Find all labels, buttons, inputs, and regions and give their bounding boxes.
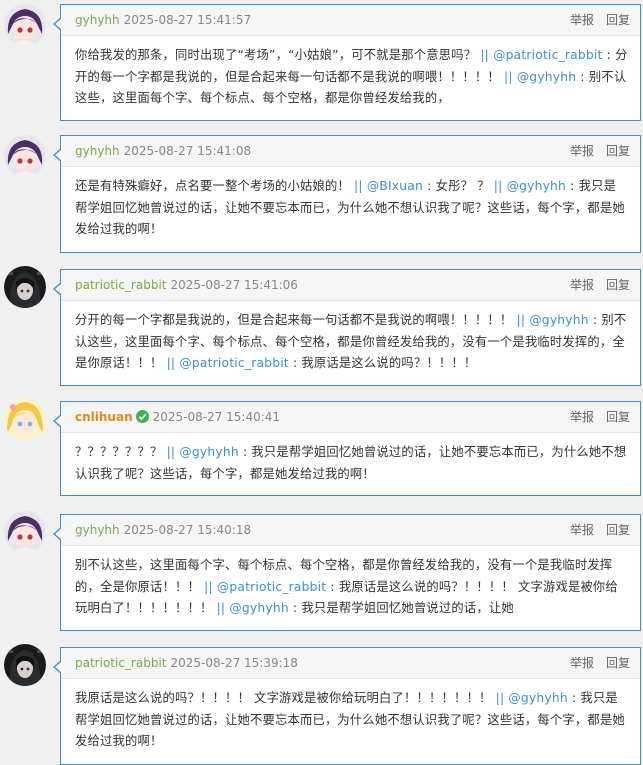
timestamp: 2025-08-27 15:39:18 — [170, 656, 298, 670]
text-segment: : 我原话是这么说的吗？！！！！ — [288, 356, 477, 370]
username[interactable]: gyhyhh — [75, 523, 120, 537]
separator: || — [166, 445, 176, 459]
avatar[interactable] — [4, 644, 46, 686]
mention-link[interactable]: @gyhyhh — [529, 313, 588, 327]
comment-card: gyhyhh 2025-08-27 15:41:08 举报 回复 还是有特殊癖好，点… — [53, 135, 641, 253]
avatar[interactable] — [4, 511, 46, 553]
dark-hair-avatar-icon — [4, 644, 46, 686]
reply-button[interactable]: 回复 — [606, 144, 630, 158]
timestamp: 2025-08-27 15:41:06 — [170, 278, 298, 292]
dark-hair-avatar-icon — [4, 266, 46, 308]
mention-link[interactable]: @patriotic_rabbit — [217, 580, 326, 594]
separator: || — [480, 48, 489, 62]
purple-hair-avatar-icon — [4, 511, 46, 553]
separator: || — [204, 579, 213, 594]
comment-card: gyhyhh 2025-08-27 15:40:18 举报 回复 别不认这些，这里面… — [53, 514, 641, 631]
separator: || — [216, 601, 226, 615]
text-segment: ？？？？？？？ — [75, 445, 167, 459]
avatar[interactable] — [4, 135, 46, 177]
report-button[interactable]: 举报 — [570, 523, 594, 537]
blonde-avatar-icon — [4, 398, 46, 440]
mention-link[interactable]: @patriotic_rabbit — [179, 356, 288, 370]
mention-link[interactable]: @gyhyhh — [517, 70, 576, 84]
text-segment: 还是有特殊癖好，点名要一整个考场的小姑娘的！ — [75, 179, 355, 193]
mention-link[interactable]: @gyhyhh — [507, 179, 566, 193]
purple-hair-avatar-icon — [4, 135, 46, 177]
timestamp: 2025-08-27 15:41:08 — [123, 144, 252, 158]
reply-button[interactable]: 回复 — [606, 278, 630, 292]
avatar[interactable] — [4, 398, 46, 440]
comment-text: 分开的每一个字都是我说的，但是合起来每一句话都不是我说的啊喂！！！！！ || @… — [61, 301, 640, 375]
mention-link[interactable]: @gyhyhh — [179, 445, 238, 459]
separator: || — [493, 179, 503, 193]
comment-text: 别不认这些，这里面每个字、每个标点、每个空格，都是你曾经发给我的，没有一个是我临… — [61, 546, 640, 620]
separator: || — [166, 356, 176, 370]
comment-text: 你给我发的那条，同时出现了“考场”，“小姑娘”，可不就是那个意思吗？ || @p… — [61, 36, 640, 110]
username[interactable]: patriotic_rabbit — [75, 656, 166, 670]
comment-header: gyhyhh 2025-08-27 15:41:08 举报 回复 — [61, 136, 640, 167]
mention-link[interactable]: @BIxuan — [367, 179, 423, 193]
avatar[interactable] — [4, 4, 46, 46]
comment-card: cnlihuan 2025-08-27 15:40:41 举报 回复 ？？？？？？？… — [53, 401, 641, 496]
comment-card: gyhyhh 2025-08-27 15:41:57 举报 回复 你给我发的那条，同… — [53, 4, 641, 121]
verified-badge-icon — [135, 410, 149, 423]
purple-hair-avatar-icon — [4, 4, 46, 46]
comment-text: 我原话是这么说的吗？！！！！ 文字游戏是被你给玩明白了！！！！！！！ || @g… — [61, 679, 640, 753]
text-segment: : 女彤？ ？ — [423, 179, 494, 193]
report-button[interactable]: 举报 — [570, 656, 594, 670]
mention-link[interactable]: @gyhyhh — [229, 601, 288, 615]
comment-header: gyhyhh 2025-08-27 15:40:18 举报 回复 — [61, 515, 640, 546]
comment-header: patriotic_rabbit 2025-08-27 15:39:18 举报 回复 — [61, 648, 640, 679]
username[interactable]: patriotic_rabbit — [75, 278, 166, 292]
comment-header: gyhyhh 2025-08-27 15:41:57 举报 回复 — [61, 5, 640, 36]
timestamp: 2025-08-27 15:41:57 — [123, 13, 252, 27]
separator: || — [504, 69, 513, 84]
comment-header: cnlihuan 2025-08-27 15:40:41 举报 回复 — [61, 402, 640, 433]
text-segment: 分开的每一个字都是我说的，但是合起来每一句话都不是我说的啊喂！！！！！ — [75, 313, 517, 327]
separator: || — [495, 691, 505, 705]
text-segment: 我原话是这么说的吗？！！！！ 文字游戏是被你给玩明白了！！！！！！！ — [75, 691, 496, 705]
reply-button[interactable]: 回复 — [606, 13, 630, 27]
mention-link[interactable]: @gyhyhh — [508, 691, 567, 705]
reply-button[interactable]: 回复 — [606, 410, 630, 424]
comment-card: patriotic_rabbit 2025-08-27 15:39:18 举报 回复… — [53, 647, 641, 765]
reply-button[interactable]: 回复 — [606, 656, 630, 670]
username[interactable]: gyhyhh — [75, 13, 120, 27]
username[interactable]: cnlihuan — [75, 410, 133, 424]
username[interactable]: gyhyhh — [75, 144, 120, 158]
report-button[interactable]: 举报 — [570, 410, 594, 424]
mention-link[interactable]: @patriotic_rabbit — [493, 48, 602, 62]
report-button[interactable]: 举报 — [570, 278, 594, 292]
text-segment: 你给我发的那条，同时出现了“考场”，“小姑娘”，可不就是那个意思吗？ — [75, 48, 481, 62]
comment-text: ？？？？？？？ || @gyhyhh : 我只是帮学姐回忆她曾说过的话，让她不要… — [61, 433, 640, 485]
text-segment: : 我只是帮学姐回忆她曾说过的话，让她 — [288, 601, 514, 615]
reply-button[interactable]: 回复 — [606, 523, 630, 537]
comment-card: patriotic_rabbit 2025-08-27 15:41:06 举报 回复… — [53, 269, 641, 386]
report-button[interactable]: 举报 — [570, 144, 594, 158]
separator: || — [354, 179, 363, 193]
comment-header: patriotic_rabbit 2025-08-27 15:41:06 举报 回复 — [61, 270, 640, 301]
timestamp: 2025-08-27 15:40:41 — [152, 410, 281, 424]
comment-text: 还是有特殊癖好，点名要一整个考场的小姑娘的！ || @BIxuan : 女彤？ … — [61, 167, 640, 241]
separator: || — [516, 313, 526, 327]
avatar[interactable] — [4, 266, 46, 308]
report-button[interactable]: 举报 — [570, 13, 594, 27]
timestamp: 2025-08-27 15:40:18 — [123, 523, 252, 537]
